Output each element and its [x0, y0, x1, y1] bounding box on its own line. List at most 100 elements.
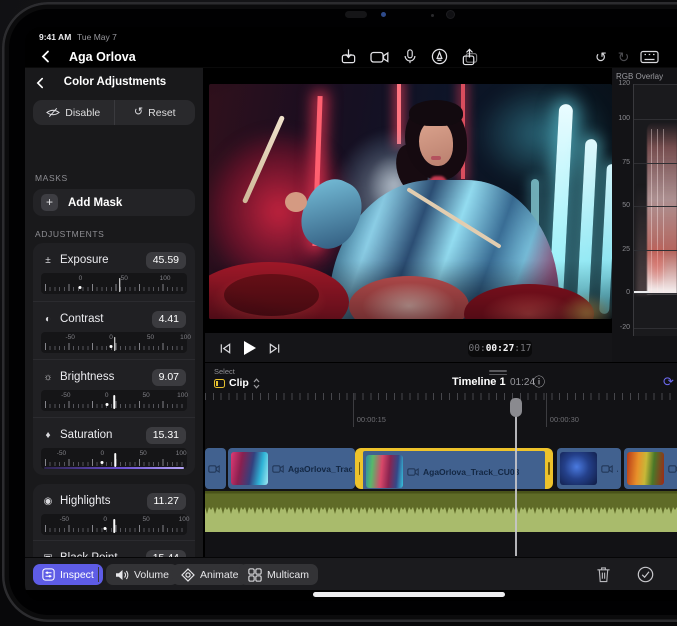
- adjustment-slider[interactable]: ◉ Highlights 11.27 -50050100: [33, 484, 195, 540]
- timecode-display[interactable]: 00:00:27:17: [468, 340, 532, 357]
- clip-label: AgaOrlova_Track_CU03: [423, 467, 519, 477]
- scope-tick-label: -20: [612, 324, 630, 331]
- adjustment-slider[interactable]: ☼ Brightness 9.07 -50050100: [33, 359, 195, 417]
- adjustment-value[interactable]: 9.07: [152, 369, 186, 386]
- pencil-tools-icon[interactable]: [431, 48, 448, 65]
- undo-icon[interactable]: ↺: [595, 50, 607, 64]
- adjustment-slider[interactable]: ± Exposure 45.59 050100: [33, 243, 195, 301]
- playhead-handle[interactable]: [510, 398, 522, 417]
- timeline-ruler[interactable]: 00:00:1500:00:30: [205, 393, 677, 431]
- record-camera-icon[interactable]: [370, 49, 389, 65]
- adjustment-label: Exposure: [60, 254, 140, 266]
- timeline-panel: Select Clip Timeline 1 01:24 ⓘ ⟳ 00:00:1…: [205, 362, 677, 557]
- home-indicator[interactable]: [313, 592, 505, 597]
- info-icon[interactable]: ⓘ: [533, 373, 545, 390]
- adjustment-value[interactable]: 45.59: [146, 252, 186, 269]
- ruler-separator: [546, 393, 547, 427]
- back-button[interactable]: [41, 50, 50, 63]
- ruler-zero-dot: [101, 461, 104, 464]
- ruler-major-ticks: [45, 284, 183, 291]
- microphone-icon[interactable]: [402, 48, 418, 65]
- ruler-tick-label: 100: [180, 334, 191, 341]
- timeline-clip[interactable]: A…: [557, 448, 621, 489]
- ruler-cursor[interactable]: [113, 395, 115, 409]
- clip-mode-label: Clip: [229, 377, 249, 389]
- adjustment-ruler[interactable]: 050100: [41, 273, 187, 294]
- adjustment-ruler[interactable]: -50050100: [41, 448, 187, 469]
- ruler-tick-label: -50: [57, 450, 66, 457]
- skip-to-end-button[interactable]: [268, 342, 281, 355]
- scope-plot: [633, 84, 677, 336]
- timeline-clip[interactable]: AgaOrlova_Track_Wid…: [228, 448, 355, 489]
- scope-gridline: [634, 293, 677, 294]
- adjustment-slider[interactable]: ◐ Contrast 4.41 -50050100: [33, 301, 195, 359]
- scope-tick-label: 75: [612, 159, 630, 166]
- add-mask-label: Add Mask: [68, 197, 122, 209]
- clip-thumbnail: [231, 452, 268, 485]
- chevron-up-down-icon: [253, 378, 260, 389]
- clip-mode-icon: [214, 379, 225, 388]
- scope-gridline: [634, 84, 677, 85]
- trash-icon: [596, 566, 611, 583]
- ruler-cursor[interactable]: [114, 337, 116, 351]
- scope-tick-label: 0: [612, 289, 630, 296]
- adjustment-ruler[interactable]: -50050100: [41, 514, 187, 535]
- ruler-tick-label: 100: [177, 392, 188, 399]
- adjustment-ruler[interactable]: -50050100: [41, 390, 187, 411]
- multicam-label: Multicam: [267, 569, 309, 581]
- redo-icon[interactable]: ↻: [618, 50, 630, 64]
- timeline-clip[interactable]: [624, 448, 677, 489]
- reset-icon: ↺: [134, 107, 143, 118]
- done-button[interactable]: [637, 566, 654, 583]
- ruler-timecode-label: 00:00:15: [357, 415, 386, 424]
- sync-icon[interactable]: ⟳: [663, 374, 674, 390]
- ruler-tick-label: 0: [105, 392, 109, 399]
- brightness-icon: ☼: [42, 372, 54, 383]
- clips-track: Ag… AgaOrlova_Track_Wid… AgaOrlova_Track…: [205, 448, 677, 489]
- disable-label: Disable: [65, 107, 100, 119]
- disable-button[interactable]: Disable: [33, 100, 115, 125]
- timeline-clip[interactable]: AgaOrlova_Track_CU03: [355, 448, 553, 489]
- clip-camera-icon: [668, 465, 677, 473]
- adjustment-value[interactable]: 11.27: [147, 493, 187, 510]
- adjustment-slider[interactable]: ♦ Saturation 15.31 -50050100: [33, 417, 195, 475]
- shortcuts-keyboard-icon[interactable]: [640, 50, 659, 64]
- ruler-tick-label: -50: [61, 392, 70, 399]
- clip-mode-dropdown[interactable]: Clip: [214, 377, 260, 389]
- trash-button[interactable]: [596, 566, 611, 583]
- saturation-icon: ♦: [42, 430, 54, 441]
- audio-waveform-track[interactable]: [205, 491, 677, 532]
- speaker-icon: [115, 568, 129, 582]
- share-icon[interactable]: [461, 48, 478, 66]
- ruler-ticks: [205, 393, 677, 400]
- skip-to-start-button[interactable]: [219, 342, 232, 355]
- ruler-zero-dot: [104, 527, 107, 530]
- exposure-icon: ±: [42, 255, 54, 266]
- project-title: Aga Orlova: [69, 50, 136, 64]
- playhead-line[interactable]: [515, 398, 517, 556]
- ruler-zero-dot: [110, 345, 113, 348]
- scope-gridline: [634, 163, 677, 164]
- adjustment-value[interactable]: 4.41: [152, 311, 186, 328]
- adjustment-ruler[interactable]: -50050100: [41, 332, 187, 353]
- volume-button[interactable]: Volume: [106, 564, 178, 585]
- inspect-button[interactable]: Inspect: [33, 564, 103, 585]
- timeline-clip[interactable]: Ag…: [205, 448, 226, 489]
- masks-section-label: MASKS: [35, 173, 68, 183]
- timecode-frames: :17: [514, 343, 531, 354]
- ruler-zero-dot: [79, 286, 82, 289]
- import-icon[interactable]: [340, 48, 357, 65]
- ruler-tick-label: 50: [140, 450, 147, 457]
- playback-bar: 00:00:27:17: [205, 332, 612, 362]
- clip-thumbnail: [627, 452, 664, 485]
- add-mask-button[interactable]: + Add Mask: [33, 189, 195, 216]
- ruler-tick-label: 50: [142, 516, 149, 523]
- play-button[interactable]: [243, 340, 257, 356]
- adjustment-label: Saturation: [60, 429, 140, 441]
- animate-button[interactable]: Animate: [172, 564, 248, 585]
- reset-button[interactable]: ↺ Reset: [115, 100, 196, 125]
- ruler-cursor[interactable]: [113, 519, 115, 533]
- multicam-button[interactable]: Multicam: [239, 564, 318, 585]
- ruler-cursor[interactable]: [115, 453, 117, 467]
- adjustment-value[interactable]: 15.31: [146, 427, 186, 444]
